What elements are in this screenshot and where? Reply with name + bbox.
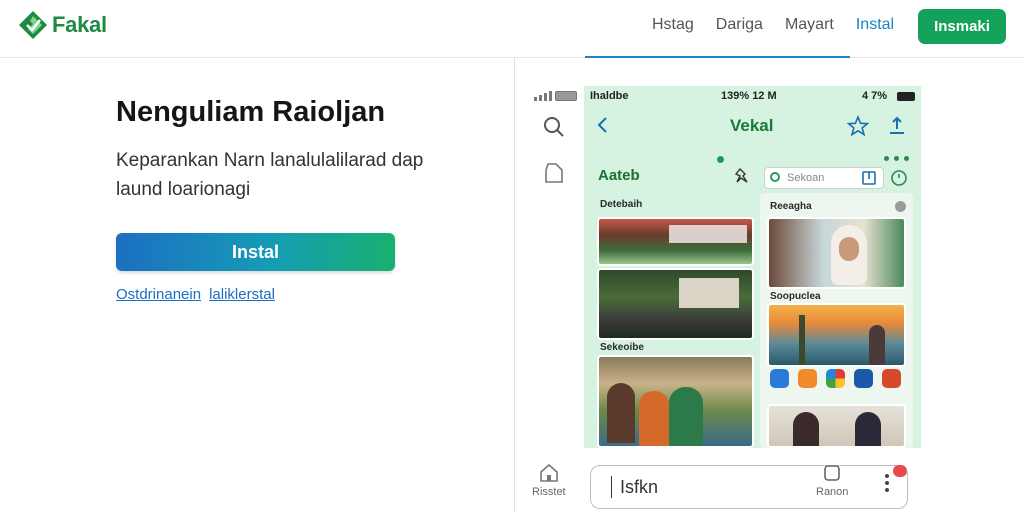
more-vert-icon[interactable] — [880, 470, 894, 496]
thumbnail-image-5[interactable] — [767, 303, 906, 367]
battery-icon — [555, 91, 577, 101]
thumbnail-image-1[interactable] — [597, 217, 754, 266]
hero-links: Ostdrinanein laliklerstal — [116, 286, 275, 303]
status-time: 139% 12 M — [721, 90, 777, 102]
thumbnail-image-2[interactable] — [597, 268, 754, 340]
app-icon-2[interactable] — [798, 369, 817, 388]
phone-section-title: Aateb — [598, 167, 640, 184]
timer-icon[interactable] — [889, 167, 909, 187]
thumbnail-image-4[interactable] — [767, 217, 906, 289]
status-carrier: Ihaldbe — [590, 90, 629, 102]
install-button[interactable]: Instal — [116, 233, 395, 271]
right-column-label-1: Reeagha — [770, 201, 812, 212]
page: Fakal Hstag Dariga Mayart Instal Insmaki… — [0, 0, 1024, 512]
status-battery-text: 4 7% — [862, 90, 888, 102]
search-icon[interactable] — [541, 114, 567, 140]
thumbnail-image-6[interactable] — [767, 404, 906, 448]
share-icon[interactable] — [887, 115, 907, 137]
left-column-label-1: Detebaih — [600, 199, 643, 210]
home-icon — [540, 463, 558, 482]
hero-description: Keparankan Narn lanalulalilarad dap laun… — [116, 150, 424, 200]
status-battery-icon — [897, 92, 915, 101]
bottom-nav-home-label: Risstet — [532, 486, 566, 498]
main-nav: Hstag Dariga Mayart Instal — [652, 16, 916, 34]
page-title: Nenguliam Raioljan — [116, 96, 386, 128]
indicator-dot-1 — [884, 156, 889, 161]
nav-item-hstag[interactable]: Hstag — [652, 16, 694, 34]
star-icon[interactable] — [847, 115, 869, 137]
phone-status-bar: Ihaldbe 139% 12 M 4 7% — [584, 86, 921, 108]
logo-text: Fakal — [52, 12, 107, 37]
hero-link-1[interactable]: Ostdrinanein — [116, 286, 201, 303]
app-icon-5[interactable] — [882, 369, 901, 388]
thumbnail-image-3[interactable] — [597, 355, 754, 448]
pin-icon[interactable] — [732, 166, 752, 186]
active-nav-underline — [585, 56, 850, 58]
header-cta-button[interactable]: Insmaki — [918, 9, 1006, 44]
hero-link-2[interactable]: laliklerstal — [209, 286, 275, 303]
bottom-nav-tabs[interactable]: Ranon — [816, 462, 848, 498]
app-icon-4[interactable] — [854, 369, 873, 388]
app-icon-1[interactable] — [770, 369, 789, 388]
bottom-nav-tabs-label: Ranon — [816, 486, 849, 498]
phone-app-bar: Vekal — [584, 108, 921, 144]
back-chevron-icon[interactable] — [596, 116, 610, 134]
status-dot — [717, 156, 724, 163]
top-header: Fakal Hstag Dariga Mayart Instal Insmaki — [0, 0, 1024, 58]
phone-preview: Ihaldbe 139% 12 M 4 7% Vekal Aateb Sekoa… — [584, 86, 921, 448]
phone-app-title: Vekal — [730, 116, 774, 135]
app-icon-row — [770, 369, 901, 388]
bookmark-icon[interactable] — [861, 170, 877, 186]
phone-search-icon — [770, 172, 780, 182]
indicator-dot-3 — [904, 156, 909, 161]
square-icon — [824, 465, 841, 481]
vertical-divider — [514, 58, 515, 512]
nav-item-dariga[interactable]: Dariga — [716, 16, 763, 34]
bottom-search-field[interactable]: Isfkn — [590, 465, 908, 509]
left-column-label-2: Sekeoibe — [600, 342, 644, 353]
nav-item-instal[interactable]: Instal — [856, 16, 894, 34]
bag-icon[interactable] — [541, 160, 567, 186]
phone-search-placeholder: Sekoan — [787, 172, 825, 184]
signal-bars-icon — [534, 91, 552, 101]
logo-mark-icon — [19, 11, 47, 39]
right-column-label-2: Soopuclea — [770, 291, 821, 302]
text-caret — [611, 476, 612, 498]
bottom-nav-home[interactable]: Risstet — [532, 462, 566, 498]
brand-logo[interactable]: Fakal — [18, 10, 107, 40]
notification-badge — [893, 465, 907, 477]
bottom-search-value: Isfkn — [620, 476, 659, 497]
indicator-dot-2 — [894, 156, 899, 161]
nav-item-mayart[interactable]: Mayart — [785, 16, 834, 34]
settings-icon[interactable] — [895, 201, 906, 212]
app-icon-3[interactable] — [826, 369, 845, 388]
